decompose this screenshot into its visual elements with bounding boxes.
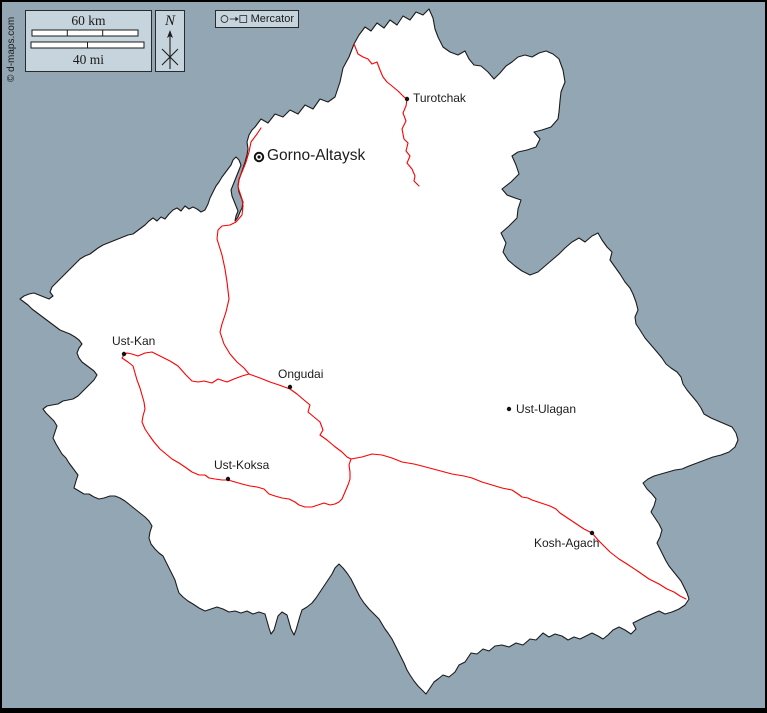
projection-panel: Mercator [215, 10, 299, 28]
compass-north-label: N [156, 13, 184, 29]
town-marker-ust-ulagan [507, 407, 511, 411]
city-label-ust-kan: Ust-Kan [112, 335, 155, 347]
scale-km-label: 60 km [26, 14, 151, 28]
projection-transform-icon [220, 13, 248, 25]
city-label-gorno-altaysk: Gorno-Altaysk [267, 148, 365, 164]
copyright-attribution: © d-maps.com [6, 10, 18, 82]
city-label-ongudai: Ongudai [278, 368, 323, 380]
city-label-ust-koksa: Ust-Koksa [214, 459, 269, 471]
map-canvas: Gorno-Altaysk Turotchak Ust-Kan Ongudai … [0, 0, 767, 713]
region-outline [20, 9, 738, 694]
compass-rose-icon [156, 29, 184, 71]
town-marker-kosh-agach [590, 531, 594, 535]
scale-bar-panel: 60 km 40 mi [25, 10, 152, 72]
town-marker-turotchak [405, 97, 409, 101]
city-label-turotchak: Turotchak [413, 92, 466, 104]
scale-mi-label: 40 mi [26, 53, 151, 67]
town-marker-ust-koksa [226, 477, 230, 481]
capital-marker-gorno-altaysk-core [257, 155, 260, 158]
scale-bars [26, 28, 151, 52]
region-map-svg [2, 2, 765, 708]
projection-label: Mercator [251, 14, 294, 25]
town-marker-ust-kan [122, 352, 126, 356]
town-marker-ongudai [288, 385, 292, 389]
city-label-kosh-agach: Kosh-Agach [534, 537, 599, 549]
compass-panel: N [155, 10, 185, 72]
city-label-ust-ulagan: Ust-Ulagan [516, 403, 576, 415]
